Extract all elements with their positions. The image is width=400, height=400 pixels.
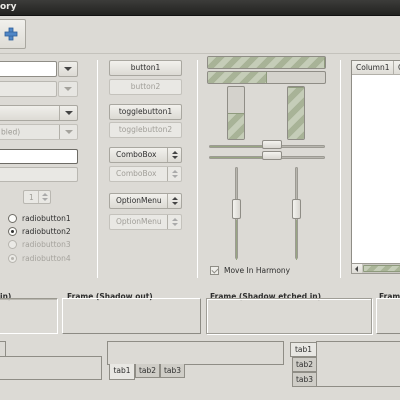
scale-v2-slider[interactable]	[292, 199, 301, 220]
plus-icon	[4, 27, 18, 41]
combo-button-disabled: ComboBox	[109, 166, 182, 182]
move-in-harmony-label: Move In Harmony	[224, 266, 291, 275]
notebook-left-tab-stub[interactable]	[0, 341, 6, 357]
combo-entry-2-arrow	[58, 81, 78, 97]
scroll-thumb[interactable]	[363, 265, 400, 272]
progress-fill	[288, 87, 304, 139]
column-separator	[340, 60, 341, 278]
notebook-bottom-page	[107, 341, 284, 365]
column-header-1[interactable]: Column1	[352, 61, 394, 75]
progress-fill	[208, 57, 325, 68]
tab-side-1[interactable]: tab1	[290, 342, 316, 357]
scale-v1-slider[interactable]	[232, 199, 241, 220]
radio-label: radiobutton4	[22, 254, 71, 263]
radio-button-3: radiobutton3	[8, 239, 78, 251]
combo-entry-1-arrow[interactable]	[58, 61, 78, 77]
frame-shadow-etched-in	[206, 298, 372, 334]
scale-fill	[296, 220, 297, 260]
radio-label: radiobutton1	[22, 214, 71, 223]
radio-indicator	[8, 240, 17, 249]
notebook-left-page	[0, 356, 102, 380]
option-menu-label: OptionMenu	[116, 196, 162, 205]
progress-bar-v2	[287, 86, 305, 140]
add-toolbar-button[interactable]	[0, 19, 26, 49]
radio-button-2[interactable]: radiobutton2	[8, 226, 78, 238]
tab-bottom-3[interactable]: tab3	[160, 364, 185, 378]
combo-entry-1[interactable]	[0, 61, 57, 77]
scale-h2-slider[interactable]	[261, 151, 282, 160]
option-menu-label: OptionMenu	[116, 217, 162, 226]
combo-box-1[interactable]	[0, 105, 78, 121]
radio-indicator	[8, 227, 17, 236]
frame-shadow-etched-out	[376, 298, 400, 334]
frame-shadow-in	[0, 298, 58, 334]
button-1[interactable]: button1	[109, 60, 182, 76]
text-entry[interactable]	[0, 149, 78, 164]
column-separator	[97, 60, 98, 278]
tab-bottom-1[interactable]: tab1	[109, 364, 135, 380]
toggle-button-2: togglebutton2	[109, 122, 182, 138]
toolbar	[0, 16, 400, 54]
radio-button-1[interactable]: radiobutton1	[8, 213, 78, 225]
radio-indicator	[8, 214, 17, 223]
radio-label: radiobutton2	[22, 227, 71, 236]
option-menu-disabled: OptionMenu	[109, 214, 182, 230]
progress-fill	[228, 113, 244, 139]
scale-fill	[210, 157, 263, 158]
text-entry-disabled	[0, 167, 78, 182]
radio-indicator	[8, 254, 17, 263]
progress-bar-h2	[207, 71, 326, 84]
radio-label: radiobutton3	[22, 240, 71, 249]
scale-fill	[210, 146, 263, 147]
window-title: ory	[0, 2, 17, 12]
progress-bar-v1	[227, 86, 245, 140]
notebook-side-page	[316, 341, 400, 387]
scale-fill	[236, 220, 237, 260]
combo-button-label: ComboBox	[116, 150, 157, 159]
move-in-harmony-checkbox[interactable]	[210, 266, 219, 275]
combo-button-label: ComboBox	[116, 169, 157, 178]
tab-side-3[interactable]: tab3	[292, 372, 316, 387]
tree-header: Column1 C	[352, 61, 400, 75]
radio-button-4: radiobutton4	[8, 253, 78, 265]
tree-view[interactable]: Column1 C	[351, 60, 400, 274]
combo-box-disabled: bled)	[0, 124, 78, 140]
progress-fill	[208, 72, 267, 83]
tree-horizontal-scrollbar[interactable]	[351, 263, 400, 274]
progress-bar-h1	[207, 56, 326, 69]
tab-side-2[interactable]: tab2	[292, 357, 316, 372]
toggle-button-1[interactable]: togglebutton1	[109, 104, 182, 120]
column-separator	[197, 60, 198, 278]
spin-arrows[interactable]	[38, 191, 50, 203]
button-2: button2	[109, 79, 182, 95]
spin-value: 1	[29, 193, 34, 202]
title-bar: ory	[0, 0, 400, 16]
column-header-2[interactable]: C	[394, 61, 400, 75]
option-menu[interactable]: OptionMenu	[109, 193, 182, 209]
scale-h1-slider[interactable]	[261, 140, 282, 149]
tab-bottom-2[interactable]: tab2	[135, 364, 160, 378]
combo-disabled-text: bled)	[1, 127, 21, 137]
combo-button[interactable]: ComboBox	[109, 147, 182, 163]
frame-shadow-out	[62, 298, 201, 334]
combo-entry-2	[0, 81, 57, 97]
scroll-left-arrow[interactable]	[352, 264, 362, 273]
